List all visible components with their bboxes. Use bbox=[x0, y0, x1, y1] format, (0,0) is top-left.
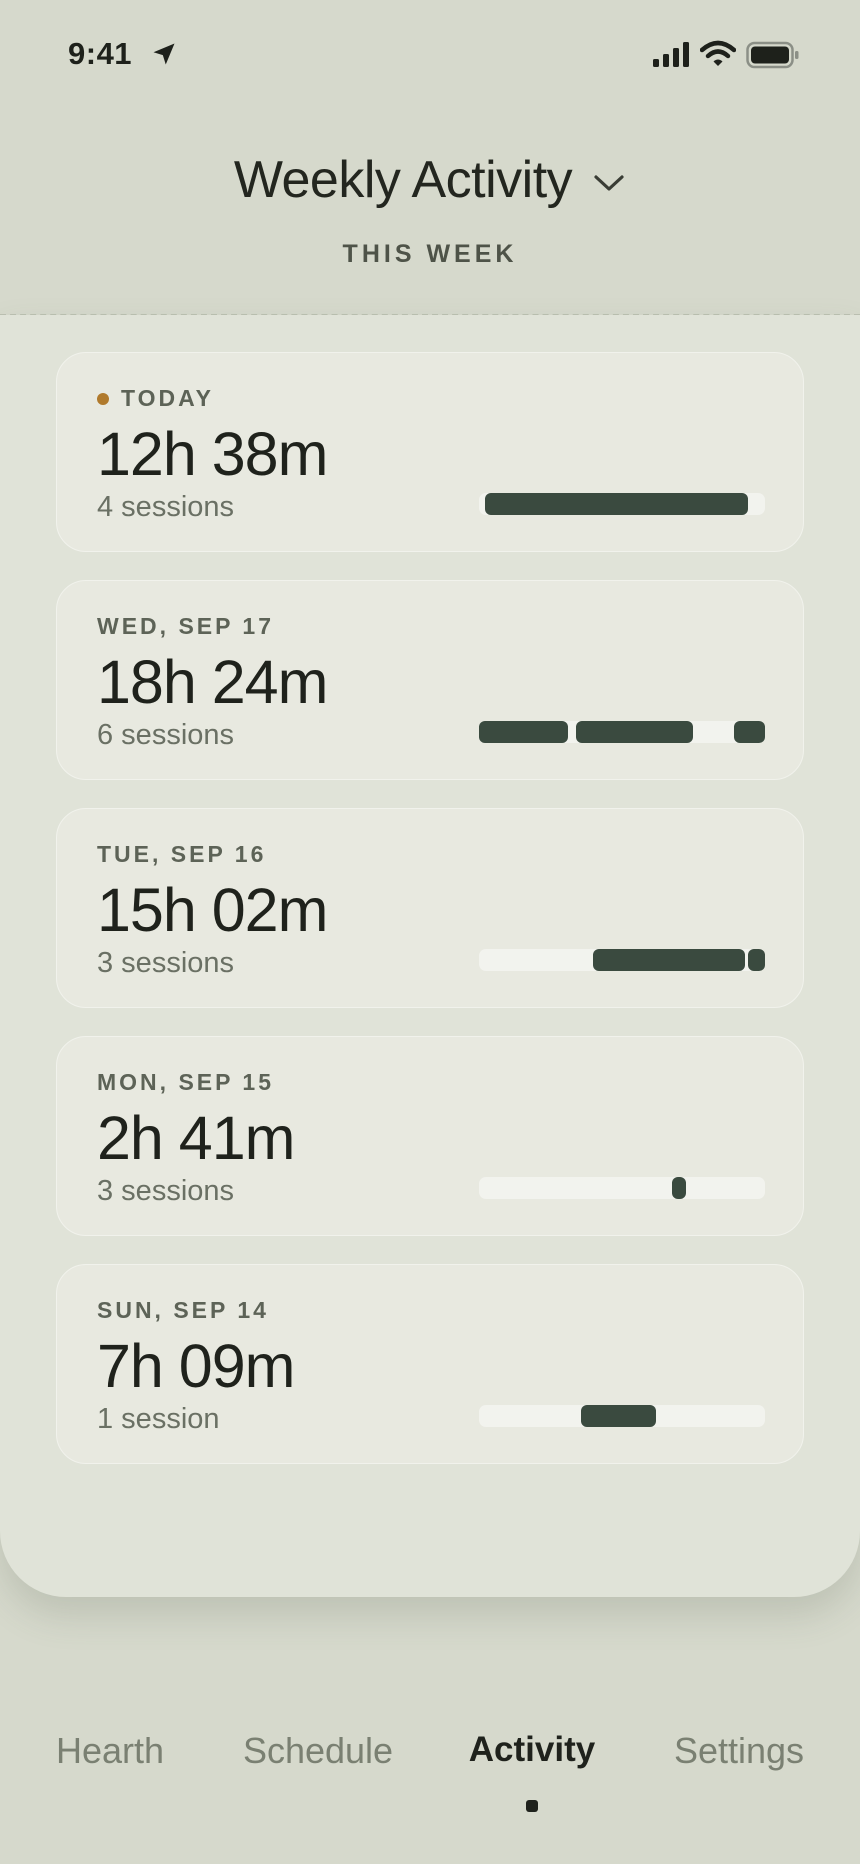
day-label: TODAY bbox=[97, 385, 214, 412]
activity-segment bbox=[747, 949, 765, 971]
day-sessions: 1 session bbox=[97, 1403, 220, 1435]
activity-segment bbox=[479, 721, 568, 743]
day-duration: 7h 09m bbox=[97, 1332, 295, 1400]
day-label-text: TUE, SEP 16 bbox=[97, 841, 267, 867]
tab-hearth[interactable]: Hearth bbox=[56, 1730, 164, 1772]
active-tab-indicator bbox=[526, 1800, 538, 1812]
day-sessions: 6 sessions bbox=[97, 719, 235, 751]
day-card-wed-sep-17[interactable]: WED, SEP 17 18h 24m 6 sessions bbox=[56, 580, 804, 780]
page-title: Weekly Activity bbox=[233, 151, 573, 209]
cellular-signal-icon bbox=[653, 42, 689, 67]
day-sessions: 4 sessions bbox=[97, 491, 235, 523]
header: Weekly Activity THIS WEEK bbox=[0, 110, 860, 315]
day-card-mon-sep-15[interactable]: MON, SEP 15 2h 41m 3 sessions bbox=[56, 1036, 804, 1236]
location-arrow-icon bbox=[153, 43, 175, 65]
activity-timeline-bar bbox=[479, 493, 765, 515]
day-sessions: 3 sessions bbox=[97, 1175, 235, 1207]
day-label: SUN, SEP 14 bbox=[97, 1297, 269, 1324]
day-label: MON, SEP 15 bbox=[97, 1069, 274, 1096]
activity-timeline-bar bbox=[479, 721, 765, 743]
day-duration: 18h 24m bbox=[97, 648, 328, 716]
tab-bar: Hearth Schedule Activity Settings bbox=[0, 1730, 860, 1864]
wifi-icon bbox=[700, 40, 736, 66]
day-duration: 2h 41m bbox=[97, 1104, 295, 1172]
status-bar: 9:41 bbox=[0, 0, 860, 110]
activity-timeline-bar bbox=[479, 1177, 765, 1199]
activity-segment bbox=[580, 1405, 657, 1427]
day-card-sun-sep-14[interactable]: SUN, SEP 14 7h 09m 1 session bbox=[56, 1264, 804, 1464]
activity-segment bbox=[672, 1177, 687, 1199]
day-label: WED, SEP 17 bbox=[97, 613, 274, 640]
activity-segment bbox=[484, 493, 748, 515]
day-duration: 15h 02m bbox=[97, 876, 328, 944]
activity-segment bbox=[576, 721, 694, 743]
tab-schedule[interactable]: Schedule bbox=[243, 1730, 393, 1772]
day-duration: 12h 38m bbox=[97, 420, 328, 488]
battery-icon bbox=[746, 41, 799, 69]
day-label-text: TODAY bbox=[121, 385, 214, 411]
day-label-text: SUN, SEP 14 bbox=[97, 1297, 269, 1323]
tab-activity[interactable]: Activity bbox=[469, 1730, 595, 1770]
activity-timeline-bar bbox=[479, 949, 765, 971]
day-sessions: 3 sessions bbox=[97, 947, 235, 979]
activity-timeline-bar bbox=[479, 1405, 765, 1427]
activity-segment bbox=[733, 721, 765, 743]
period-subtitle: THIS WEEK bbox=[342, 240, 518, 268]
today-indicator-dot bbox=[97, 392, 109, 405]
title-dropdown[interactable]: Weekly Activity bbox=[0, 150, 860, 210]
activity-sheet: TODAY 12h 38m 4 sessions WED, SEP 17 18h… bbox=[0, 315, 860, 1597]
chevron-down-icon[interactable] bbox=[592, 172, 626, 194]
day-label-text: MON, SEP 15 bbox=[97, 1069, 275, 1095]
tab-settings[interactable]: Settings bbox=[674, 1730, 804, 1772]
day-label: TUE, SEP 16 bbox=[97, 841, 266, 868]
status-time: 9:41 bbox=[68, 36, 133, 71]
activity-segment bbox=[593, 949, 745, 971]
day-card-tue-sep-16[interactable]: TUE, SEP 16 15h 02m 3 sessions bbox=[56, 808, 804, 1008]
day-card-today[interactable]: TODAY 12h 38m 4 sessions bbox=[56, 352, 804, 552]
day-label-text: WED, SEP 17 bbox=[97, 613, 275, 639]
